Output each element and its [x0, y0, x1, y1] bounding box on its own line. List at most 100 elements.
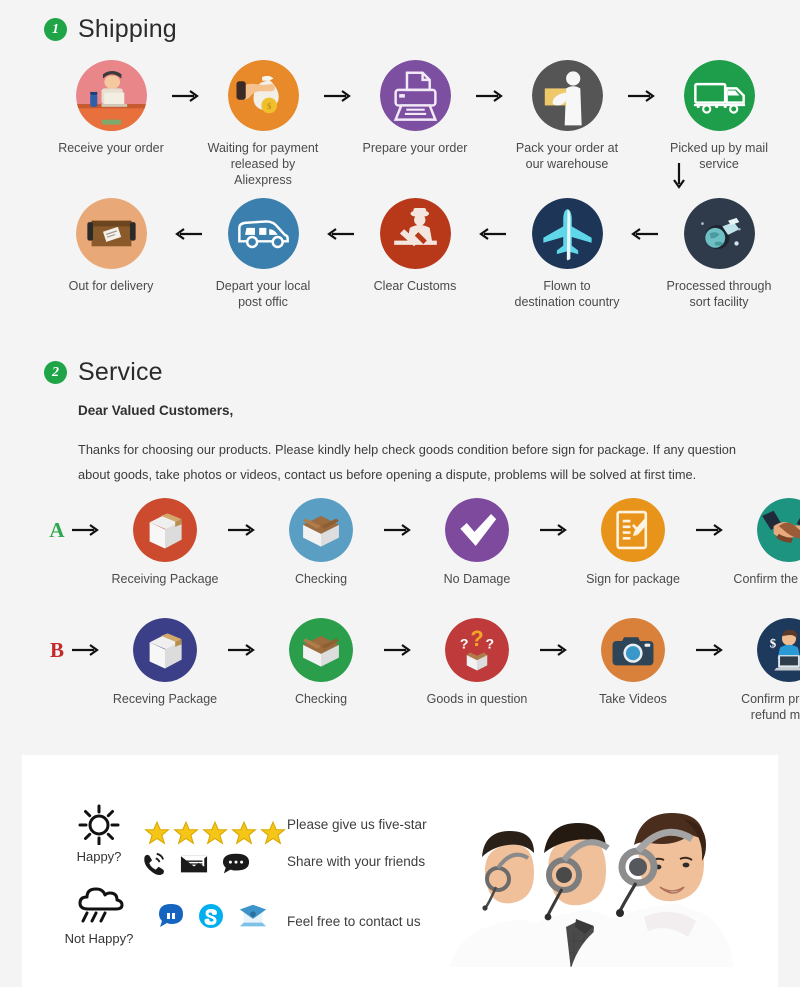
package-box-icon: [75, 198, 147, 269]
shipping-step-receive-order: Receive your order: [52, 60, 170, 156]
service-paragraph: Thanks for choosing our products. Please…: [78, 442, 737, 482]
open-envelope-icon[interactable]: [238, 903, 268, 929]
arrow-right-icon: [536, 498, 574, 562]
arrow-right-icon: [536, 618, 574, 682]
shipping-step-badge: 1: [44, 18, 67, 41]
share-icons-row: [130, 851, 250, 877]
step-caption: Flown to destination country: [514, 279, 620, 309]
step-caption: No Damage: [443, 572, 511, 586]
customs-officer-icon: [379, 198, 451, 269]
shipping-flow-row-2: Out for delivery Depart your local post …: [52, 198, 771, 310]
envelope-icon[interactable]: [180, 852, 208, 876]
arrow-left-icon: [626, 198, 660, 269]
skype-icon[interactable]: [198, 903, 224, 929]
step-caption: Prepare your order: [362, 141, 468, 155]
service-step-goods-in-question: ? ? ? Goods in question: [418, 618, 536, 707]
happy-label: Happy?: [76, 849, 122, 864]
person-at-laptop-icon: [75, 60, 147, 131]
shipping-step-picked-up: Picked up by mail service: [660, 60, 778, 172]
not-happy-label: Not Happy?: [64, 931, 134, 946]
arrow-right-icon: [224, 498, 262, 562]
service-step-take-videos: Take Videos: [574, 618, 692, 707]
customer-service-team-photo: [438, 771, 778, 981]
open-box-icon: [289, 498, 353, 562]
service-step-checking-a: Checking: [262, 498, 380, 587]
shipping-step-out-for-delivery: Out for delivery: [52, 198, 170, 294]
service-step-checking-b: Checking: [262, 618, 380, 707]
service-greeting: Dear Valued Customers,: [78, 403, 234, 418]
service-flow-row-b: B Receving Package Checking ? ? ? Goods …: [46, 618, 800, 723]
phone-ringing-icon[interactable]: [140, 851, 166, 877]
not-happy-indicator: Not Happy?: [62, 885, 136, 946]
shipping-step-prepare-order: Prepare your order: [356, 60, 474, 156]
camera-icon: [601, 618, 665, 682]
service-step-badge: 2: [44, 361, 67, 384]
shipping-title: Shipping: [78, 15, 177, 43]
step-caption: Confirm problem, refund money: [741, 692, 800, 722]
chat-bubble-icon[interactable]: [222, 852, 250, 876]
step-caption: Depart your local post offic: [215, 279, 311, 309]
shipping-step-sort-facility: Processed through sort facility: [660, 198, 778, 310]
arrow-right-icon: [170, 60, 204, 131]
star-icon: [144, 820, 170, 845]
step-caption: Out for delivery: [68, 279, 154, 293]
arrow-down-icon: [672, 163, 686, 196]
question-box-icon: ? ? ?: [445, 618, 509, 682]
feedback-panel: Happy? Not Happy? Please give us five-st…: [22, 755, 778, 987]
feedback-not-happy-row: Not Happy?: [62, 885, 268, 946]
worker-packing-icon: [531, 60, 603, 131]
arrow-right-icon: [626, 60, 660, 131]
star-icon: [202, 820, 228, 845]
step-caption: Sign for package: [586, 572, 680, 586]
row-label-a: A: [49, 517, 65, 542]
service-title: Service: [78, 358, 163, 386]
svg-text:?: ?: [485, 636, 494, 652]
five-star-rating[interactable]: [144, 820, 286, 846]
rain-cloud-icon: [78, 887, 124, 923]
message-bubble-icon[interactable]: [158, 903, 184, 929]
arrow-left-icon: [170, 198, 204, 269]
arrow-right-icon: [224, 618, 262, 682]
service-step-sign-for-package: Sign for package: [574, 498, 692, 587]
service-step-receving-package-b: Receving Package: [106, 618, 224, 707]
signed-document-icon: [601, 498, 665, 562]
step-caption: Checking: [294, 692, 348, 706]
arrow-right-icon: [692, 498, 730, 562]
shipping-step-pack-order: Pack your order at our warehouse: [508, 60, 626, 172]
open-box-icon: [289, 618, 353, 682]
arrow-right-icon: [380, 498, 418, 562]
service-section-heading: 2 Service: [44, 358, 163, 387]
step-caption: Take Videos: [599, 692, 667, 706]
step-caption: Receive your order: [58, 141, 164, 155]
closed-box-icon: [133, 618, 197, 682]
arrow-right-icon: [68, 498, 106, 562]
delivery-truck-icon: [683, 60, 755, 131]
star-icon: [173, 820, 199, 845]
svg-text:$: $: [770, 636, 777, 650]
checkmark-icon: [445, 498, 509, 562]
handshake-icon: [757, 498, 800, 562]
shipping-flow-row-1: Receive your order $ Waiting for payment…: [52, 60, 768, 188]
svg-text:?: ?: [460, 636, 469, 652]
star-icon: [260, 820, 286, 845]
star-icon: [231, 820, 257, 845]
globe-sorting-icon: [683, 198, 755, 269]
arrow-right-icon: [474, 60, 508, 131]
delivery-van-icon: [227, 198, 299, 269]
service-step-confirm-refund: $ $ Confirm problem, refund money: [730, 618, 800, 723]
arrow-left-icon: [322, 198, 356, 269]
shipping-step-waiting-payment: $ Waiting for payment released by Aliexp…: [204, 60, 322, 188]
arrow-right-icon: [380, 618, 418, 682]
happy-indicator: Happy?: [62, 801, 136, 864]
arrow-right-icon: [692, 618, 730, 682]
arrow-left-icon: [474, 198, 508, 269]
service-step-receiving-package-a: Receiving Package: [106, 498, 224, 587]
sun-icon: [78, 804, 120, 845]
service-step-no-damage: No Damage: [418, 498, 536, 587]
share-text: Share with your friends: [287, 854, 426, 869]
contact-text: Feel free to contact us: [287, 914, 421, 929]
svg-text:?: ?: [470, 626, 483, 651]
shipping-section-heading: 1 Shipping: [44, 15, 177, 44]
shipping-step-depart-post-office: Depart your local post offic: [204, 198, 322, 310]
shipping-step-flown-to-destination: Flown to destination country: [508, 198, 626, 310]
